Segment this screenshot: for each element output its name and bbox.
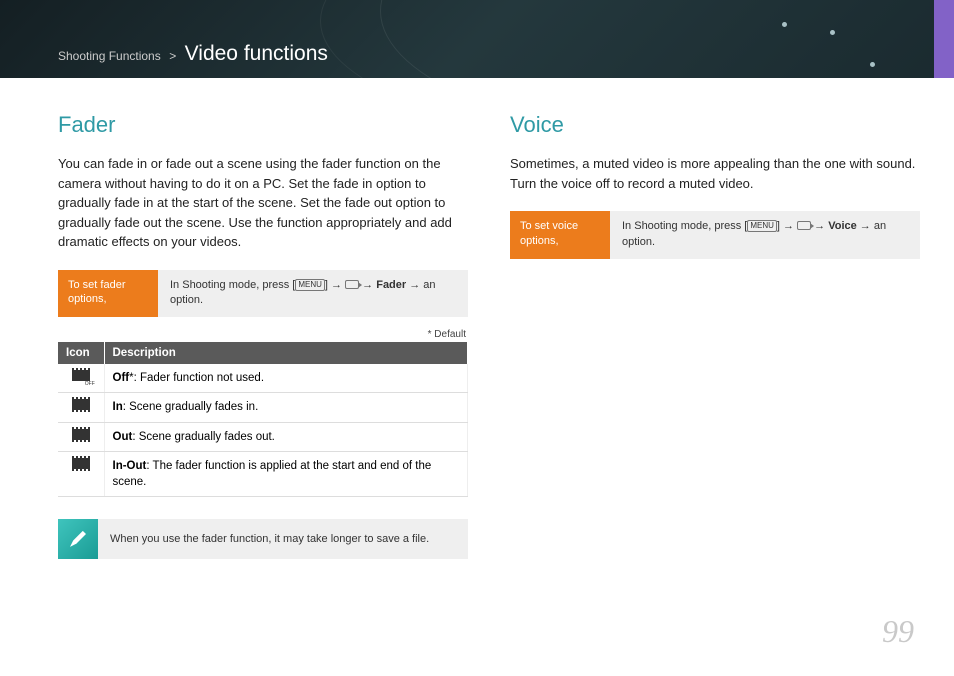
fader-inout-icon (72, 458, 90, 469)
voice-heading: Voice (510, 112, 920, 138)
fader-column: Fader You can fade in or fade out a scen… (58, 112, 468, 559)
decor-dot (870, 62, 875, 67)
voice-instruction-text: In Shooting mode, press [MENU] → → Voice… (610, 211, 920, 259)
page-number: 99 (882, 613, 914, 650)
table-row: In-Out: The fader function is applied at… (58, 451, 468, 496)
fader-instruction: To set fader options, In Shooting mode, … (58, 270, 468, 318)
breadcrumb-parent: Shooting Functions (58, 49, 161, 63)
voice-column: Voice Sometimes, a muted video is more a… (510, 112, 920, 559)
txt: In Shooting mode, press [ (170, 279, 295, 291)
fader-intro: You can fade in or fade out a scene usin… (58, 154, 468, 252)
row-icon (58, 451, 104, 496)
video-mode-icon (797, 221, 811, 230)
txt: In Shooting mode, press [ (622, 220, 747, 232)
table-row: Out: Scene gradually fades out. (58, 422, 468, 451)
menu-button-icon: MENU (295, 279, 325, 291)
row-icon (58, 422, 104, 451)
row-icon (58, 393, 104, 422)
row-desc: In: Scene gradually fades in. (104, 393, 468, 422)
breadcrumb-title: Video functions (185, 42, 328, 65)
fader-off-icon (72, 370, 90, 381)
voice-intro: Sometimes, a muted video is more appeali… (510, 154, 920, 193)
voice-box-label: To set voice options, (510, 211, 610, 259)
fader-heading: Fader (58, 112, 468, 138)
row-desc: In-Out: The fader function is applied at… (104, 451, 468, 496)
fader-note: When you use the fader function, it may … (58, 519, 468, 559)
fader-out-icon (72, 429, 90, 440)
fader-instruction-text: In Shooting mode, press [MENU] → → Fader… (158, 270, 468, 318)
menu-button-icon: MENU (747, 220, 777, 232)
fader-box-label: To set fader options, (58, 270, 158, 318)
fader-table: Icon Description Off*: Fader function no… (58, 342, 468, 496)
txt-bold: Fader (376, 279, 406, 291)
default-note: * Default (58, 329, 466, 340)
txt: ] → (325, 279, 345, 291)
side-tab (934, 0, 954, 78)
row-icon (58, 364, 104, 393)
txt-bold: Voice (828, 220, 857, 232)
page-header: Shooting Functions > Video functions (0, 0, 954, 78)
row-desc: Off*: Fader function not used. (104, 364, 468, 393)
th-icon: Icon (58, 342, 104, 364)
fader-note-text: When you use the fader function, it may … (98, 519, 468, 559)
video-mode-icon (345, 280, 359, 289)
fader-in-icon (72, 399, 90, 410)
txt: ] → (777, 220, 797, 232)
table-row: In: Scene gradually fades in. (58, 393, 468, 422)
voice-instruction: To set voice options, In Shooting mode, … (510, 211, 920, 259)
breadcrumb-sep: > (165, 49, 180, 63)
row-desc: Out: Scene gradually fades out. (104, 422, 468, 451)
main-content: Fader You can fade in or fade out a scen… (0, 78, 954, 559)
note-icon (58, 519, 98, 559)
th-desc: Description (104, 342, 468, 364)
decor-dot (830, 30, 835, 35)
table-row: Off*: Fader function not used. (58, 364, 468, 393)
decor-dot (782, 22, 787, 27)
pen-icon (70, 531, 86, 547)
